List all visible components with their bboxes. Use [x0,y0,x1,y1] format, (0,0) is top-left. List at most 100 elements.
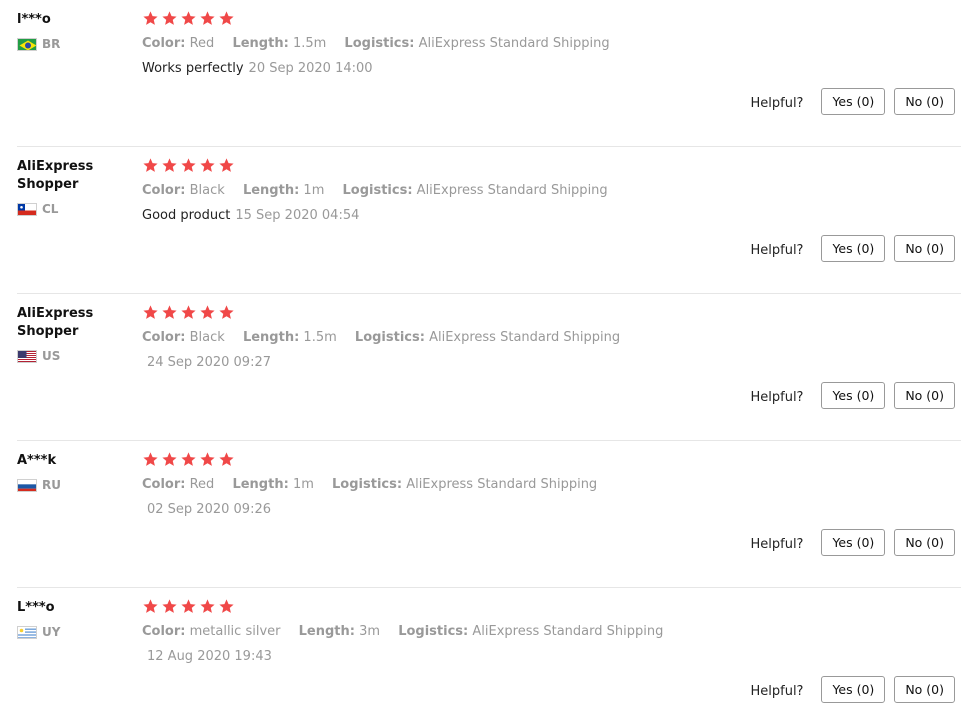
reviewer-country: CL [17,202,58,216]
attr-value: 1.5m [292,36,327,51]
helpful-yes-button[interactable]: Yes (0) [821,88,886,115]
helpful-vote: Helpful? Yes (0) No (0) [750,529,955,556]
star-icon [180,304,197,321]
helpful-label: Helpful? [750,537,804,552]
attr-value: AliExpress Standard Shipping [429,330,621,345]
helpful-no-button[interactable]: No (0) [894,676,955,703]
reviewer-country: US [17,349,60,363]
star-icon [142,598,159,615]
star-icon [142,451,159,468]
helpful-no-button[interactable]: No (0) [894,382,955,409]
star-icon [218,304,235,321]
attr-key: Color: [142,183,186,198]
country-code: CL [42,202,59,216]
attr-key: Color: [142,36,186,51]
star-icon [180,451,197,468]
reviewer-country: UY [17,625,60,639]
reviewer-country: BR [17,37,60,51]
reviewer-name: A***k [17,453,57,468]
attr-key: Logistics: [344,36,415,51]
country-code: UY [42,625,61,639]
review-content: Works perfectly 20 Sep 2020 14:00 [142,61,373,76]
review-date: 24 Sep 2020 09:27 [147,355,271,370]
product-attributes: Color: Red Length: 1.5m Logistics: AliEx… [142,36,624,51]
star-icon [161,598,178,615]
star-icon [218,157,235,174]
star-rating [142,10,237,27]
attr-key: Length: [232,477,289,492]
review-date: 15 Sep 2020 04:54 [235,208,360,223]
attr-value: Red [189,36,215,51]
review-date: 12 Aug 2020 19:43 [147,649,272,664]
attr-value: metallic silver [189,624,281,639]
helpful-no-button[interactable]: No (0) [894,529,955,556]
star-icon [199,10,216,27]
attr-key: Logistics: [354,330,425,345]
star-icon [218,10,235,27]
reviewer-country: RU [17,478,61,492]
attr-key: Length: [242,330,300,345]
attr-key: Length: [232,36,289,51]
star-icon [161,10,178,27]
review-item: A***k RU Color: Red Length: 1m Logistics… [17,441,961,588]
review-item: l***o BR Color: Red Length: 1.5m Logisti… [17,0,961,147]
reviewer-name: L***o [17,600,55,615]
review-item: L***o UY Color: metallic silver Length: … [17,588,961,722]
helpful-yes-button[interactable]: Yes (0) [821,529,886,556]
attr-key: Logistics: [342,183,413,198]
helpful-yes-button[interactable]: Yes (0) [821,676,886,703]
review-text: Good product [142,208,231,223]
brazil-flag-icon [17,37,37,51]
helpful-vote: Helpful? Yes (0) No (0) [750,676,955,703]
attr-key: Length: [298,624,355,639]
star-icon [180,10,197,27]
helpful-no-button[interactable]: No (0) [894,88,955,115]
country-code: RU [42,478,61,492]
star-icon [161,157,178,174]
attr-value: 3m [359,624,381,639]
attr-value: Black [189,183,225,198]
uruguay-flag-icon [17,625,37,639]
review-content: 02 Sep 2020 09:26 [142,502,271,517]
attr-value: 1.5m [303,330,337,345]
attr-key: Color: [142,624,186,639]
attr-value: Red [189,477,215,492]
attr-value: AliExpress Standard Shipping [472,624,664,639]
reviewer-name: l***o [17,12,51,27]
review-content: Good product 15 Sep 2020 04:54 [142,208,359,223]
star-icon [199,304,216,321]
helpful-label: Helpful? [750,243,804,258]
star-icon [218,451,235,468]
helpful-vote: Helpful? Yes (0) No (0) [750,88,955,115]
helpful-yes-button[interactable]: Yes (0) [821,235,886,262]
review-item: AliExpress Shopper US Color: Black Lengt… [17,294,961,441]
helpful-yes-button[interactable]: Yes (0) [821,382,886,409]
chile-flag-icon [17,202,37,216]
usa-flag-icon [17,349,37,363]
star-rating [142,451,237,468]
attr-key: Logistics: [398,624,469,639]
attr-value: 1m [292,477,314,492]
attr-key: Length: [242,183,300,198]
reviewer-name: AliExpress Shopper [17,306,94,339]
helpful-label: Helpful? [750,96,804,111]
product-attributes: Color: Black Length: 1.5m Logistics: Ali… [142,330,634,345]
attr-value: AliExpress Standard Shipping [418,36,610,51]
helpful-vote: Helpful? Yes (0) No (0) [750,235,955,262]
star-icon [161,451,178,468]
star-rating [142,598,237,615]
product-attributes: Color: metallic silver Length: 3m Logist… [142,624,677,639]
review-date: 02 Sep 2020 09:26 [147,502,271,517]
star-icon [142,157,159,174]
attr-key: Logistics: [332,477,403,492]
star-icon [180,598,197,615]
attr-key: Color: [142,330,186,345]
helpful-no-button[interactable]: No (0) [894,235,955,262]
russia-flag-icon [17,478,37,492]
country-code: US [42,349,61,363]
star-icon [218,598,235,615]
attr-value: AliExpress Standard Shipping [406,477,598,492]
reviewer-name: AliExpress Shopper [17,159,94,192]
review-content: 12 Aug 2020 19:43 [142,649,272,664]
country-code: BR [42,37,61,51]
